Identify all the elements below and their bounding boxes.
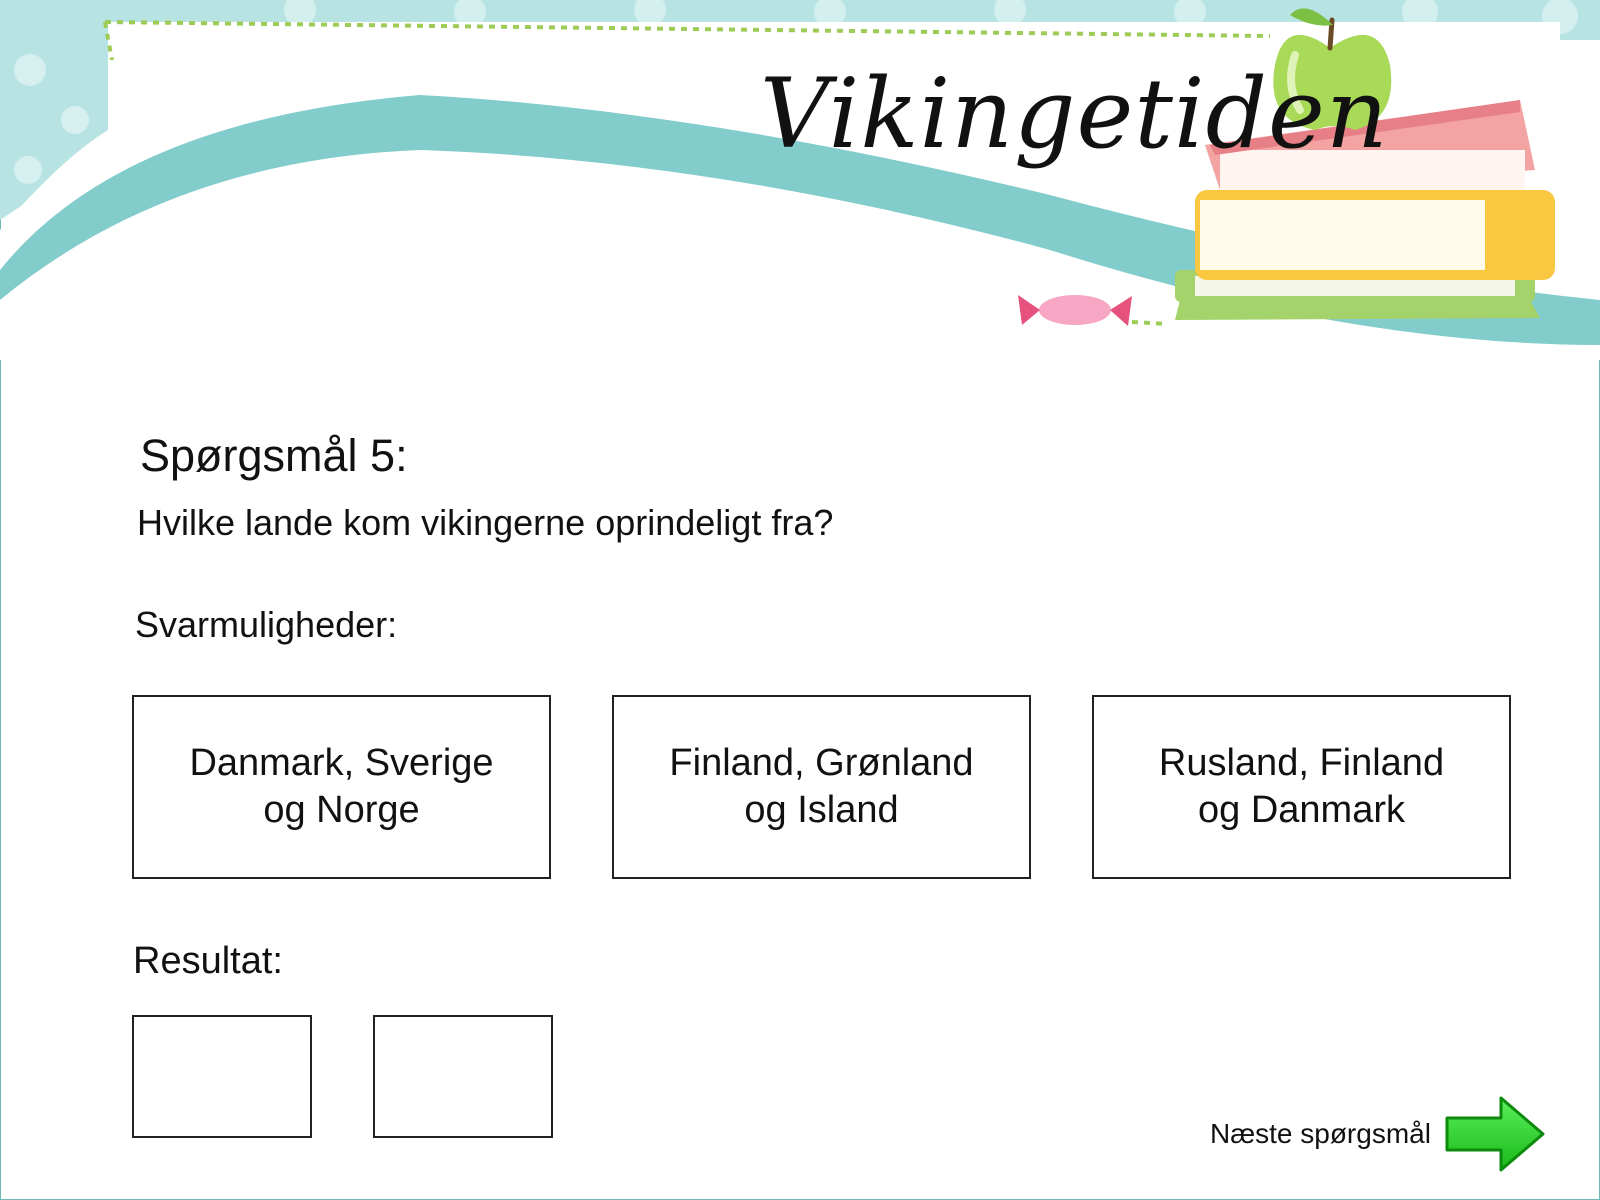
answer-option-3[interactable]: Rusland, Finland og Danmark [1092, 695, 1511, 879]
arrow-right-icon[interactable] [1443, 1094, 1547, 1174]
options-label: Svarmuligheder: [135, 604, 398, 645]
answer-option-1[interactable]: Danmark, Sverige og Norge [132, 695, 551, 879]
result-box-2 [373, 1015, 553, 1138]
question-heading: Spørgsmål 5: [140, 430, 408, 481]
answer-option-2[interactable]: Finland, Grønland og Island [612, 695, 1031, 879]
page-title: Vikingetiden [760, 58, 1389, 170]
question-text: Hvilke lande kom vikingerne oprindeligt … [137, 502, 834, 543]
result-label: Resultat: [133, 940, 283, 982]
header-decoration [0, 0, 1600, 360]
next-question-button[interactable]: Næste spørgsmål [1210, 1094, 1547, 1174]
next-question-label: Næste spørgsmål [1210, 1118, 1431, 1149]
result-box-1 [132, 1015, 312, 1138]
